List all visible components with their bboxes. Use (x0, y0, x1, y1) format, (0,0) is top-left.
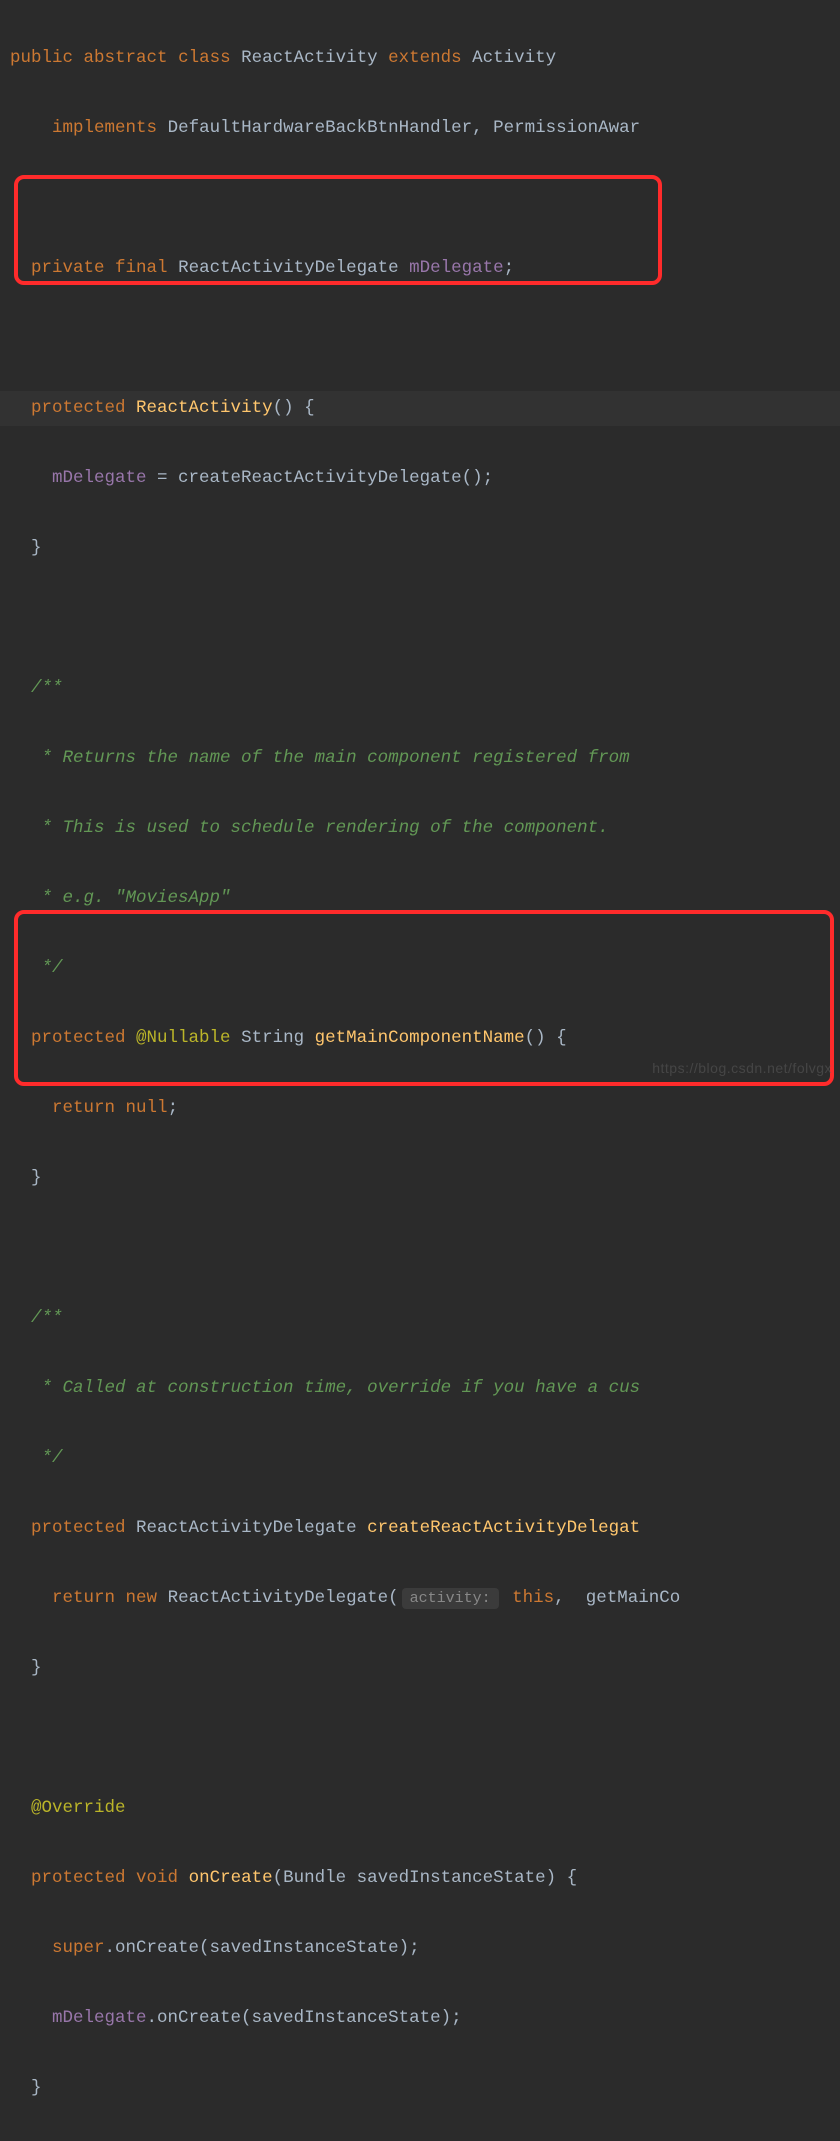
interface-name: PermissionAwar (493, 118, 640, 138)
keyword-protected: protected (31, 1518, 126, 1538)
method-name: createReactActivityDelegat (367, 1518, 640, 1538)
code-line: implements DefaultHardwareBackBtnHandler… (0, 111, 840, 146)
keyword-final: final (115, 258, 168, 278)
code-line: } (0, 531, 840, 566)
operator: = (147, 468, 179, 488)
param-type: Bundle (283, 1868, 346, 1888)
method-call: createReactActivityDelegate(); (178, 468, 493, 488)
comment-text: * This is used to schedule rendering of … (31, 818, 609, 838)
keyword-return: return (52, 1588, 115, 1608)
close-brace: } (31, 1658, 42, 1678)
keyword-this: this (512, 1588, 554, 1608)
field-name: mDelegate (409, 258, 504, 278)
keyword-class: class (178, 48, 231, 68)
parens: () { (525, 1028, 567, 1048)
method-call: getMainCo (586, 1588, 681, 1608)
keyword-public: public (10, 48, 73, 68)
comment-line: */ (0, 951, 840, 986)
comment-text: * Returns the name of the main component… (31, 748, 640, 768)
keyword-protected: protected (31, 1028, 126, 1048)
keyword-new: new (126, 1588, 158, 1608)
keyword-extends: extends (388, 48, 462, 68)
comment-text: * Called at construction time, override … (31, 1378, 640, 1398)
return-type: ReactActivityDelegate (136, 1518, 357, 1538)
constructor-name: ReactActivity (136, 398, 273, 418)
code-line: private final ReactActivityDelegate mDel… (0, 251, 840, 286)
semicolon: ; (504, 258, 515, 278)
comment-open: /** (31, 678, 63, 698)
comment-close: */ (31, 1448, 63, 1468)
code-line: protected ReactActivityDelegate createRe… (0, 1511, 840, 1546)
empty-line (0, 1721, 840, 1756)
code-line: } (0, 1651, 840, 1686)
comment-line: * e.g. "MoviesApp" (0, 881, 840, 916)
keyword-protected: protected (31, 398, 126, 418)
comma: , (554, 1588, 565, 1608)
method-name: getMainComponentName (315, 1028, 525, 1048)
code-line: return new ReactActivityDelegate(activit… (0, 1581, 840, 1616)
parent-class: Activity (472, 48, 556, 68)
comment-line: * Called at construction time, override … (0, 1371, 840, 1406)
comment-close: */ (31, 958, 63, 978)
watermark-text: https://blog.csdn.net/folvgx (652, 1051, 832, 1086)
comment-line: /** (0, 1301, 840, 1336)
code-line: } (0, 1161, 840, 1196)
comment-text: * e.g. "MoviesApp" (31, 888, 231, 908)
param-hint: activity: (402, 1588, 499, 1609)
parens: () { (273, 398, 315, 418)
keyword-implements: implements (52, 118, 157, 138)
code-line: protected ReactActivity() { (0, 391, 840, 426)
code-line: public abstract class ReactActivity exte… (0, 41, 840, 76)
comment-line: * This is used to schedule rendering of … (0, 811, 840, 846)
empty-line (0, 601, 840, 636)
code-line: return null; (0, 1091, 840, 1126)
code-line: mDelegate = createReactActivityDelegate(… (0, 461, 840, 496)
keyword-null: null (126, 1098, 168, 1118)
code-line: @Override (0, 1791, 840, 1826)
method-call: onCreate(savedInstanceState); (115, 1938, 420, 1958)
dot: . (105, 1938, 116, 1958)
keyword-return: return (52, 1098, 115, 1118)
method-name: onCreate (189, 1868, 273, 1888)
comment-line: /** (0, 671, 840, 706)
keyword-private: private (31, 258, 105, 278)
empty-line (0, 181, 840, 216)
comment-line: */ (0, 1441, 840, 1476)
annotation-override: @Override (31, 1798, 126, 1818)
annotation: @Nullable (136, 1028, 231, 1048)
field-ref: mDelegate (52, 2008, 147, 2028)
dot: . (147, 2008, 158, 2028)
class-name: ReactActivity (241, 48, 378, 68)
field-ref: mDelegate (52, 468, 147, 488)
paren-open: ( (273, 1868, 284, 1888)
close-brace: } (31, 538, 42, 558)
code-line: super.onCreate(savedInstanceState); (0, 1931, 840, 1966)
type-name: ReactActivityDelegate (178, 258, 399, 278)
close-brace: } (31, 2078, 42, 2098)
comma: , (472, 118, 483, 138)
paren-close: ) { (546, 1868, 578, 1888)
param-name: savedInstanceState (357, 1868, 546, 1888)
semicolon: ; (168, 1098, 179, 1118)
type-name: ReactActivityDelegate( (168, 1588, 399, 1608)
empty-line (0, 1231, 840, 1266)
method-call: onCreate(savedInstanceState); (157, 2008, 462, 2028)
return-type: String (241, 1028, 304, 1048)
code-line: } (0, 2071, 840, 2106)
code-line: mDelegate.onCreate(savedInstanceState); (0, 2001, 840, 2036)
comment-line: * Returns the name of the main component… (0, 741, 840, 776)
keyword-protected: protected (31, 1868, 126, 1888)
interface-name: DefaultHardwareBackBtnHandler (168, 118, 473, 138)
comment-open: /** (31, 1308, 63, 1328)
empty-line (0, 321, 840, 356)
keyword-abstract: abstract (84, 48, 168, 68)
keyword-super: super (52, 1938, 105, 1958)
keyword-void: void (136, 1868, 178, 1888)
close-brace: } (31, 1168, 42, 1188)
code-line: protected void onCreate(Bundle savedInst… (0, 1861, 840, 1896)
